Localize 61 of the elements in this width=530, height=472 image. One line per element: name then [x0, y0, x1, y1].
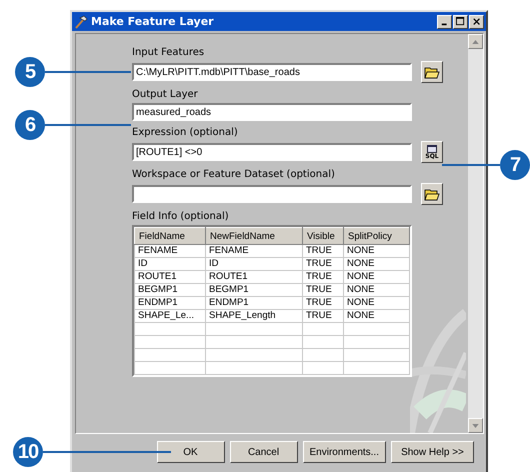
close-button[interactable] — [469, 14, 484, 28]
dialog-button[interactable]: Cancel — [230, 441, 298, 463]
field-label: Output Layer — [132, 89, 199, 102]
table-cell: FENAME — [134, 244, 206, 258]
table-cell: ROUTE1 — [206, 270, 302, 284]
window-title: Make Feature Layer — [91, 15, 215, 28]
callout-number: 5 — [15, 57, 45, 87]
table-cell: ENDMP1 — [134, 296, 206, 310]
maximize-button[interactable] — [453, 14, 468, 28]
browse-button[interactable] — [421, 183, 443, 205]
browse-button[interactable] — [421, 61, 443, 83]
table-cell: TRUE — [302, 296, 344, 310]
dialog-button[interactable]: Show Help >> — [391, 441, 474, 463]
field-label: Input Features — [132, 47, 206, 60]
text-field[interactable] — [132, 185, 412, 203]
table-cell: NONE — [344, 244, 410, 258]
table-cell: SHAPE_Length — [206, 310, 302, 322]
table-cell: TRUE — [302, 258, 344, 270]
column-header[interactable]: Visible — [302, 228, 344, 244]
leader-line — [442, 164, 500, 166]
column-header[interactable]: NewFieldName — [206, 228, 302, 244]
folder-icon — [424, 187, 440, 201]
table-cell: NONE — [344, 284, 410, 296]
callout-number: 6 — [15, 110, 45, 140]
table-cell: TRUE — [302, 270, 344, 284]
table-cell: NONE — [344, 310, 410, 322]
table-cell: NONE — [344, 296, 410, 310]
table-cell: BEGMP1 — [134, 284, 206, 296]
table-cell: TRUE — [302, 310, 344, 322]
table-cell: ROUTE1 — [134, 270, 206, 284]
close-icon — [472, 18, 480, 26]
table-cell: FENAME — [206, 244, 302, 258]
maximize-icon — [456, 17, 465, 26]
column-header[interactable]: FieldName — [134, 228, 206, 244]
field-label: Workspace or Feature Dataset (optional) — [132, 169, 336, 182]
text-field[interactable]: [ROUTE1] <>0 — [132, 143, 412, 161]
field-label: Expression (optional) — [132, 127, 239, 140]
table-cell: TRUE — [302, 284, 344, 296]
dialog-button[interactable]: Environments... — [302, 441, 386, 463]
table-cell: ENDMP1 — [206, 296, 302, 310]
table-cell: BEGMP1 — [206, 284, 302, 296]
scrollbar[interactable] — [468, 34, 483, 433]
dialog-button[interactable]: OK — [156, 441, 225, 463]
callout-number: 10 — [13, 437, 43, 467]
window-icon — [427, 144, 437, 152]
table-cell: SHAPE_Le... — [134, 310, 206, 322]
callout-number: 7 — [500, 150, 530, 180]
scroll-up-icon[interactable] — [468, 34, 483, 49]
hammer-icon — [74, 14, 88, 28]
text-field[interactable]: measured_roads — [132, 103, 412, 121]
text-field[interactable]: C:\MyLR\PITT.mdb\PITT\base_roads — [132, 63, 412, 81]
field-label: Field Info (optional) — [132, 211, 230, 224]
table-cell: TRUE — [302, 244, 344, 258]
folder-icon — [424, 65, 440, 79]
scroll-down-icon[interactable] — [468, 418, 483, 433]
table-cell: ID — [206, 258, 302, 270]
table-cell: NONE — [344, 270, 410, 284]
table-cell: NONE — [344, 258, 410, 270]
column-header[interactable]: SplitPolicy — [344, 228, 410, 244]
minimize-button[interactable] — [437, 14, 452, 28]
table-cell: ID — [134, 258, 206, 270]
